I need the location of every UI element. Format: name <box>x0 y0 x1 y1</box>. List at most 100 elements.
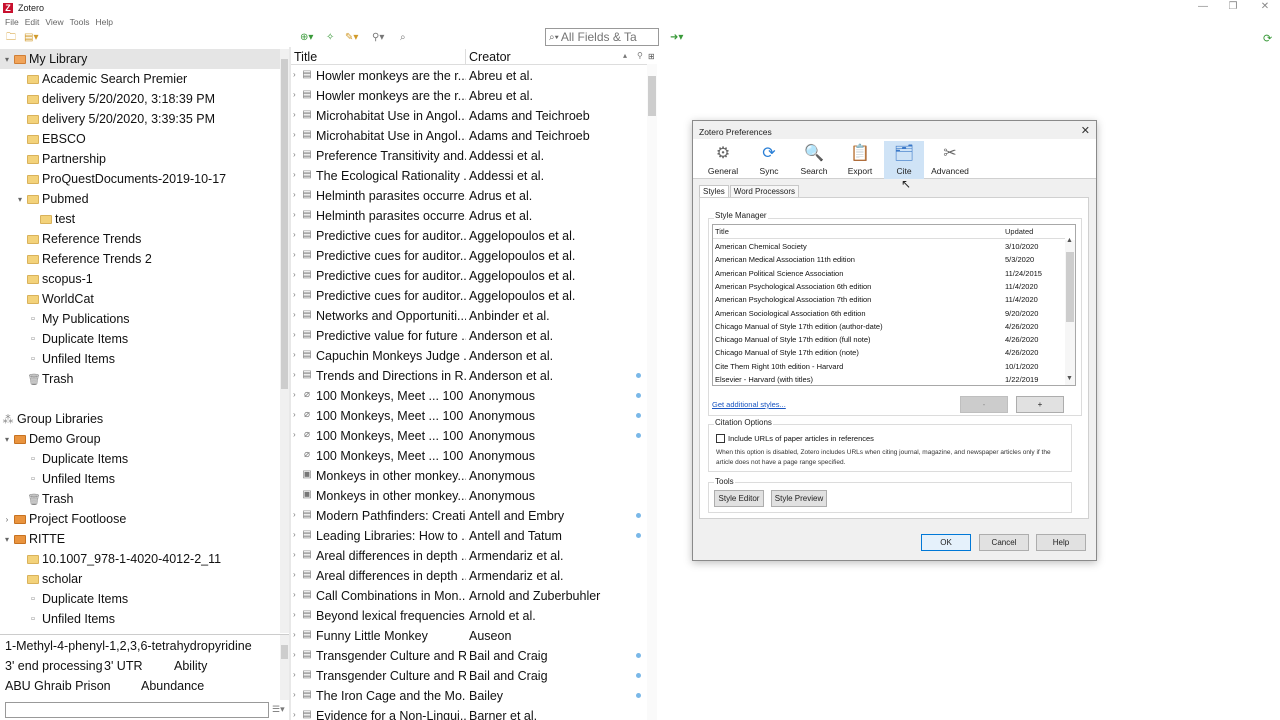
tag-scrollbar[interactable] <box>280 635 289 700</box>
styles-scrollbar[interactable]: ▲ ▼ <box>1065 237 1075 385</box>
collection-row[interactable]: ▫ Duplicate Items <box>0 449 128 469</box>
collection-row[interactable]: scholar <box>0 569 82 589</box>
help-button[interactable]: Help <box>1036 534 1086 551</box>
collection-row[interactable]: ▫ Unfiled Items <box>0 349 115 369</box>
chevron-right-icon[interactable]: › <box>293 230 296 239</box>
chevron-down-icon[interactable]: ▾ <box>2 435 12 444</box>
collection-row[interactable]: › Project Footloose <box>0 509 127 529</box>
item-row[interactable]: › ▤ Preference Transitivity and... Addessi … <box>291 146 649 166</box>
menu-tools[interactable]: Tools <box>70 17 90 27</box>
item-row[interactable]: › ⌀ 100 Monkeys, Meet ... 100 ... Anonymous <box>291 426 649 446</box>
collection-row[interactable]: scopus-1 <box>0 269 93 289</box>
item-row[interactable]: › ▤ Predictive value for future ... Anderso… <box>291 326 649 346</box>
chevron-right-icon[interactable]: › <box>2 515 12 524</box>
dialog-close-button[interactable]: ✕ <box>1081 124 1090 137</box>
collection-row[interactable]: ▾ Demo Group <box>0 429 101 449</box>
chevron-down-icon[interactable]: ▾ <box>2 55 12 64</box>
pref-pane-advanced[interactable]: ✂ Advanced <box>930 141 970 179</box>
collection-row[interactable]: ▫ Duplicate Items <box>0 589 128 609</box>
chevron-right-icon[interactable]: › <box>293 650 296 659</box>
chevron-right-icon[interactable]: › <box>293 690 296 699</box>
advanced-search-button[interactable]: ⌕ <box>400 31 406 45</box>
sync-status-icon[interactable]: ⟳ <box>1263 32 1272 45</box>
collection-row[interactable]: EBSCO <box>0 129 86 149</box>
chevron-right-icon[interactable]: › <box>293 210 296 219</box>
chevron-right-icon[interactable]: › <box>293 630 296 639</box>
item-row[interactable]: › ▤ The Iron Cage and the Mo... Bailey <box>291 686 649 706</box>
styles-list[interactable]: Title Updated American Chemical Society 3… <box>712 224 1076 386</box>
item-row[interactable]: › ▤ Areal differences in depth ... Armendar… <box>291 566 649 586</box>
column-title-header[interactable]: Title <box>294 50 317 64</box>
style-row[interactable]: Cite Them Right 10th edition - Harvard 10… <box>713 360 1065 373</box>
chevron-right-icon[interactable]: › <box>293 510 296 519</box>
menu-edit[interactable]: Edit <box>25 17 40 27</box>
collection-row[interactable]: delivery 5/20/2020, 3:39:35 PM <box>0 109 215 129</box>
tag-filter-input[interactable] <box>5 702 269 718</box>
search-input[interactable] <box>560 30 641 44</box>
ok-button[interactable]: OK <box>921 534 971 551</box>
style-row[interactable]: Chicago Manual of Style 17th edition (no… <box>713 346 1065 359</box>
chevron-right-icon[interactable]: › <box>293 570 296 579</box>
collection-row[interactable]: 🗑 Trash <box>0 369 74 389</box>
new-library-button[interactable]: ▤▾ <box>24 31 38 45</box>
pref-pane-export[interactable]: 📋 Export <box>840 141 880 179</box>
new-collection-button[interactable]: 🗀 <box>6 31 16 45</box>
collection-row[interactable]: ▫ Duplicate Items <box>0 329 128 349</box>
item-row[interactable]: › ▤ Helminth parasites occurre... Adrus et … <box>291 206 649 226</box>
item-row[interactable]: › ▤ Microhabitat Use in Angol... Adams and … <box>291 126 649 146</box>
chevron-right-icon[interactable]: › <box>293 310 296 319</box>
item-row[interactable]: › ▤ Beyond lexical frequencies... Arnold et… <box>291 606 649 626</box>
maximize-button[interactable]: ❐ <box>1218 0 1248 15</box>
collection-row[interactable]: Academic Search Premier <box>0 69 187 89</box>
style-preview-button[interactable]: Style Preview <box>771 490 827 507</box>
menu-view[interactable]: View <box>45 17 63 27</box>
item-row[interactable]: › ▤ Trends and Directions in R... Anderson … <box>291 366 649 386</box>
add-by-identifier-button[interactable]: ✧ <box>326 31 334 45</box>
item-row[interactable]: ⌀ 100 Monkeys, Meet ... 100 ... Anonymous <box>291 446 649 466</box>
collection-row[interactable]: ▾ Pubmed <box>0 189 89 209</box>
collection-row[interactable]: ▫ Unfiled Items <box>0 609 115 629</box>
style-row[interactable]: American Sociological Association 6th ed… <box>713 307 1065 320</box>
collection-row[interactable]: Reference Trends <box>0 229 141 249</box>
item-row[interactable]: › ▤ Evidence for a Non-Lingui... Barner et … <box>291 706 649 720</box>
chevron-right-icon[interactable]: › <box>293 250 296 259</box>
item-row[interactable]: › ▤ Funny Little Monkey Auseon <box>291 626 649 646</box>
chevron-right-icon[interactable]: › <box>293 350 296 359</box>
item-row[interactable]: › ▤ Capuchin Monkeys Judge ... Anderson et … <box>291 346 649 366</box>
chevron-right-icon[interactable]: › <box>293 90 296 99</box>
add-style-button[interactable]: + <box>1016 396 1064 413</box>
item-row[interactable]: › ▤ Microhabitat Use in Angol... Adams and … <box>291 106 649 126</box>
cancel-button[interactable]: Cancel <box>979 534 1029 551</box>
item-row[interactable]: › ▤ Transgender Culture and R... Bail and C… <box>291 666 649 686</box>
new-note-button[interactable]: ✎▾ <box>345 31 358 45</box>
items-scrollbar[interactable] <box>647 64 657 720</box>
tag-item[interactable]: 3' end processing <box>5 659 103 673</box>
item-row[interactable]: › ▤ Transgender Culture and R... Bail and C… <box>291 646 649 666</box>
pref-pane-search[interactable]: 🔍 Search <box>794 141 834 179</box>
chevron-right-icon[interactable]: › <box>293 410 296 419</box>
pref-pane-sync[interactable]: ⟳ Sync <box>749 141 789 179</box>
pref-pane-general[interactable]: ⚙ General <box>703 141 743 179</box>
search-field[interactable]: ⌕▾ <box>545 28 659 46</box>
include-urls-checkbox[interactable] <box>716 434 725 443</box>
chevron-right-icon[interactable]: › <box>293 430 296 439</box>
chevron-right-icon[interactable]: › <box>293 390 296 399</box>
item-row[interactable]: › ▤ Modern Pathfinders: Creati... Antell an… <box>291 506 649 526</box>
attachment-button[interactable]: ⚲▾ <box>372 31 384 45</box>
chevron-right-icon[interactable]: › <box>293 530 296 539</box>
tag-item[interactable]: 3' UTR <box>104 659 143 673</box>
tag-actions-icon[interactable]: ☰▾ <box>272 704 285 715</box>
chevron-down-icon[interactable]: ▾ <box>15 195 25 204</box>
tag-item[interactable]: Ability <box>174 659 207 673</box>
item-row[interactable]: › ▤ Helminth parasites occurre... Adrus et … <box>291 186 649 206</box>
chevron-down-icon[interactable]: ▾ <box>2 535 12 544</box>
collection-row[interactable]: ProQuestDocuments-2019-10-17 <box>0 169 226 189</box>
locate-button[interactable]: ➜▾ <box>670 31 683 45</box>
collection-row[interactable]: 🗑 Trash <box>0 489 74 509</box>
chevron-right-icon[interactable]: › <box>293 150 296 159</box>
menu-help[interactable]: Help <box>95 17 112 27</box>
collection-row[interactable]: Partnership <box>0 149 106 169</box>
chevron-right-icon[interactable]: › <box>293 670 296 679</box>
item-row[interactable]: › ▤ Predictive cues for auditor... Aggelopo… <box>291 226 649 246</box>
pref-pane-cite[interactable]: 🗂 Cite <box>884 141 924 179</box>
